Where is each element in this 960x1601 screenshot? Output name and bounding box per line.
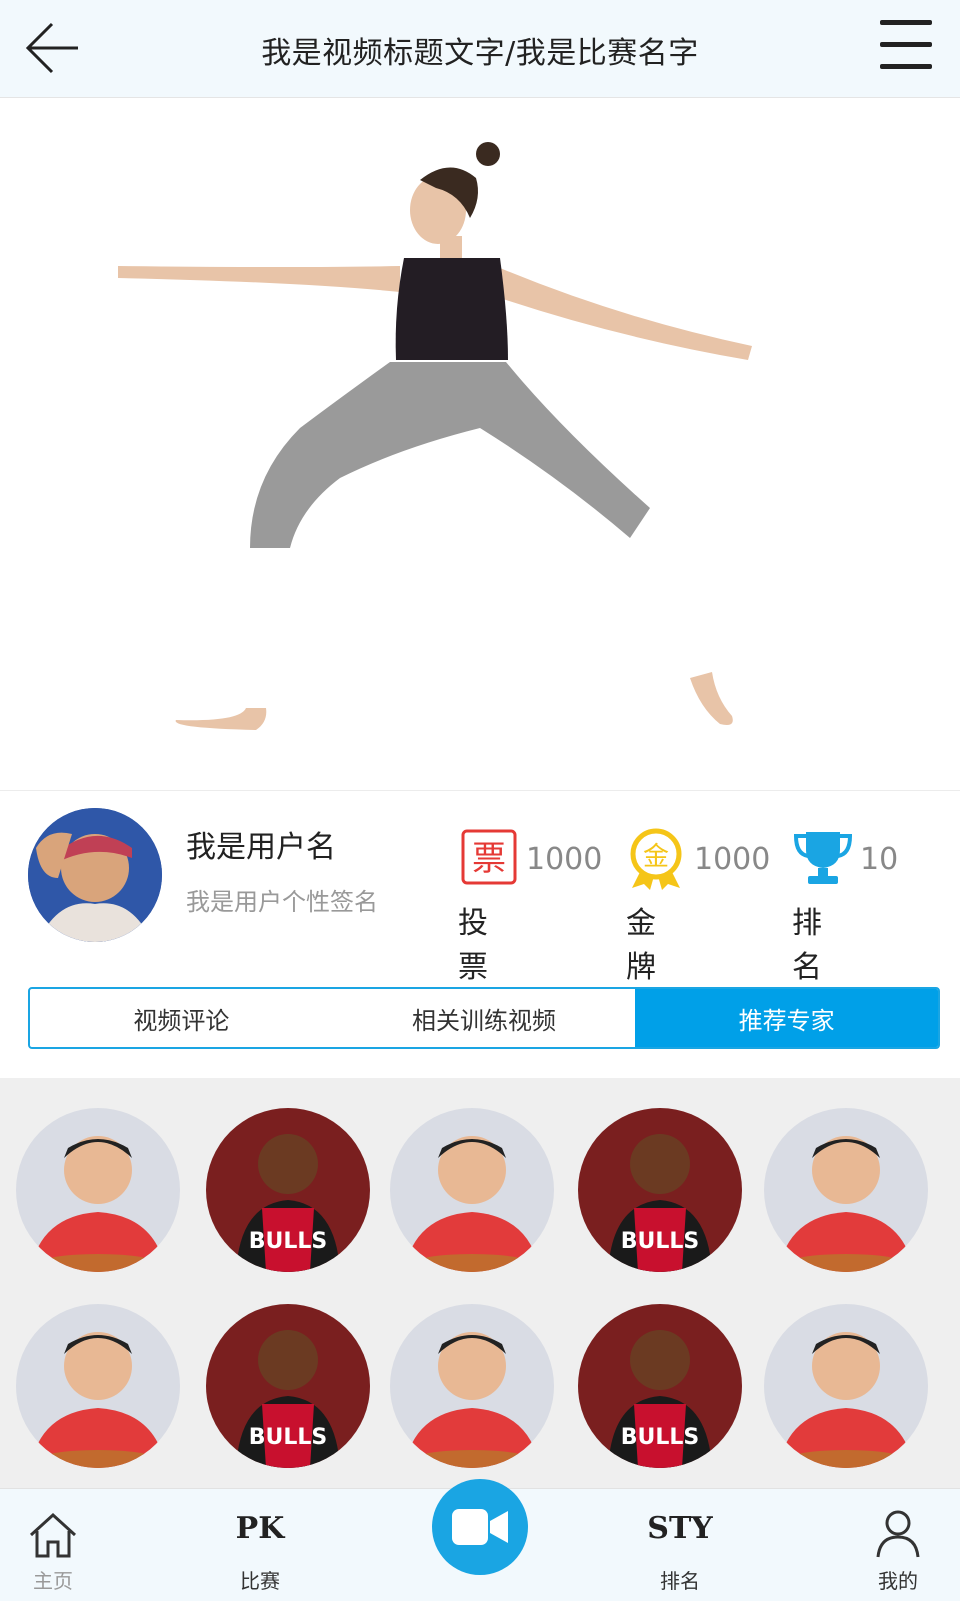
expert-avatar[interactable] (764, 1304, 928, 1468)
sty-label: STY (647, 1511, 713, 1546)
menu-button[interactable] (878, 18, 934, 72)
gold-count: 1000 (694, 842, 771, 877)
expert-avatar[interactable]: BULLS (206, 1108, 370, 1272)
page-title: 我是视频标题文字/我是比赛名字 (261, 36, 699, 71)
nav-me-label: 我的 (878, 1569, 918, 1593)
gold-label: 金牌 (626, 906, 656, 985)
expert-avatar[interactable] (764, 1108, 928, 1272)
nav-home[interactable]: 主页 (8, 1489, 98, 1601)
expert-avatar[interactable] (16, 1304, 180, 1468)
svg-text:BULLS: BULLS (621, 1425, 700, 1450)
user-info-row: 我是用户名 我是用户个性签名 票 1000 投票 金 1000 金牌 10 排名 (0, 792, 960, 985)
hamburger-menu-icon (880, 20, 932, 25)
experts-grid: BULLS BULLS BULLS BULLS (0, 1078, 960, 1488)
video-player[interactable] (0, 98, 960, 791)
nav-home-label: 主页 (33, 1569, 73, 1593)
expert-avatar[interactable]: BULLS (578, 1108, 742, 1272)
nav-sty[interactable]: STY 排名 (630, 1489, 730, 1601)
home-icon (29, 1512, 77, 1558)
svg-text:金: 金 (643, 842, 669, 872)
tab-video-comments[interactable]: 视频评论 (30, 989, 333, 1047)
gold-medal-icon: 金 (628, 828, 686, 890)
arrow-left-icon (25, 22, 78, 74)
avatar[interactable] (28, 808, 162, 942)
bottom-nav: 主页 PK 比赛 STY 排名 我的 (0, 1479, 960, 1601)
top-bar: 我是视频标题文字/我是比赛名字 (0, 0, 960, 98)
yoga-pose-image (118, 142, 752, 730)
video-camera-icon (452, 1509, 508, 1545)
rank-value: 10 (860, 842, 899, 877)
user-icon (876, 1510, 920, 1558)
expert-avatar[interactable]: BULLS (206, 1304, 370, 1468)
user-signature: 我是用户个性签名 (186, 888, 378, 916)
back-button[interactable] (22, 18, 84, 80)
nav-me[interactable]: 我的 (858, 1489, 938, 1601)
content-tabs: 视频评论 相关训练视频 推荐专家 (28, 987, 940, 1049)
trophy-icon (793, 828, 853, 888)
expert-avatar[interactable] (390, 1108, 554, 1272)
vote-count: 1000 (526, 842, 603, 877)
expert-avatar[interactable] (16, 1108, 180, 1272)
rank-label: 排名 (792, 906, 822, 985)
expert-avatar[interactable] (390, 1304, 554, 1468)
tab-related-training-videos[interactable]: 相关训练视频 (333, 989, 636, 1047)
record-video-button[interactable] (432, 1479, 528, 1575)
nav-sty-label: 排名 (660, 1569, 700, 1593)
svg-text:BULLS: BULLS (249, 1425, 328, 1450)
nav-pk-label: 比赛 (240, 1569, 280, 1593)
svg-text:票: 票 (472, 839, 506, 879)
svg-text:BULLS: BULLS (249, 1229, 328, 1254)
tab-recommended-experts[interactable]: 推荐专家 (635, 989, 938, 1047)
ticket-icon: 票 (460, 828, 518, 888)
vote-label: 投票 (458, 906, 488, 985)
svg-text:BULLS: BULLS (621, 1229, 700, 1254)
nav-pk[interactable]: PK 比赛 (210, 1489, 310, 1601)
username: 我是用户名 (186, 830, 336, 865)
pk-label: PK (235, 1511, 285, 1546)
expert-avatar[interactable]: BULLS (578, 1304, 742, 1468)
